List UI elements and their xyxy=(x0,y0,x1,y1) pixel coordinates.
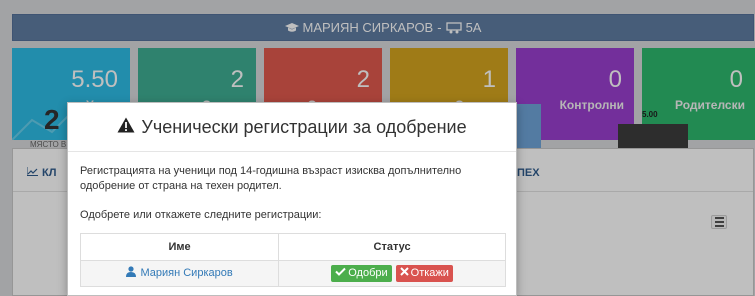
registrations-table: Име Статус Мариян Сиркаров Одобри Откажи xyxy=(79,233,506,287)
approval-prompt: Одобрете или откажете следните регистрац… xyxy=(80,209,322,221)
column-header-status: Статус xyxy=(278,233,506,261)
table-row: Мариян Сиркаров Одобри Откажи xyxy=(79,260,506,287)
student-cell: Мариян Сиркаров xyxy=(79,260,280,287)
status-cell: Одобри Откажи xyxy=(278,260,506,287)
modal-title: Ученически регистрации за одобрение xyxy=(141,116,467,137)
registration-note: Регистрацията на ученици под 14-годишна … xyxy=(80,165,462,192)
column-header-name: Име xyxy=(79,233,280,261)
warning-icon xyxy=(117,117,135,138)
times-icon xyxy=(399,266,409,281)
modal-body: Регистрацията на ученици под 14-годишна … xyxy=(68,152,516,287)
registration-approval-modal: Ученически регистрации за одобрение Реги… xyxy=(67,102,517,296)
table-header-row: Име Статус xyxy=(79,233,506,261)
modal-header: Ученически регистрации за одобрение xyxy=(68,103,516,152)
student-name: Мариян Сиркаров xyxy=(140,267,233,279)
reject-button[interactable]: Откажи xyxy=(395,265,453,282)
approve-label: Одобри xyxy=(348,267,388,279)
reject-label: Откажи xyxy=(410,267,449,279)
check-icon xyxy=(335,266,346,281)
student-link[interactable]: Мариян Сиркаров xyxy=(126,265,233,282)
user-icon xyxy=(126,265,137,282)
approve-button[interactable]: Одобри xyxy=(331,265,392,282)
